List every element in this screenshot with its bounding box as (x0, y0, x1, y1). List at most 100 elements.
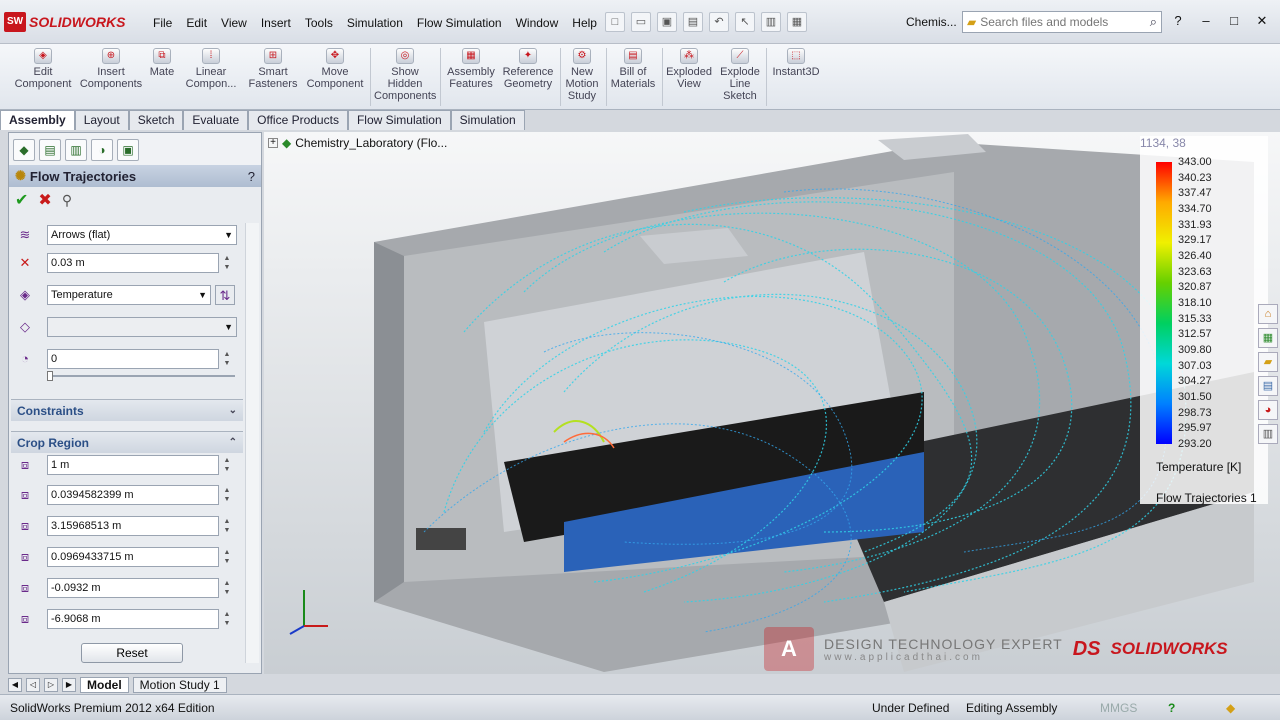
search-input[interactable] (980, 15, 1131, 29)
reference-geometry-button[interactable]: ✦ Reference Geometry (500, 48, 556, 90)
display-manager-tab-icon[interactable]: ◑ (91, 139, 113, 161)
home-icon[interactable]: ⌂ (1258, 304, 1278, 324)
help-icon[interactable]: ? (1168, 12, 1188, 30)
property-manager-tab-icon[interactable]: ▤ (39, 139, 61, 161)
edit-component-button[interactable]: ◈ Edit Component (14, 48, 72, 90)
crop-z-max-field[interactable]: -6.9068 m ▲ ▼ (47, 609, 230, 629)
rebuild-status-icon[interactable]: ? (1168, 701, 1175, 715)
new-motion-study-button[interactable]: ⚙ New Motion Study (562, 48, 602, 102)
menu-insert[interactable]: Insert (254, 14, 298, 32)
temperature-legend[interactable]: 1134, 38 343.00 340.23 337.47 334.70 331.93 3… (1140, 136, 1268, 505)
view-settings-icon[interactable]: ▤ (759, 132, 770, 133)
close-icon[interactable]: ✕ (1252, 12, 1272, 30)
move-component-button[interactable]: ✥ Move Component (304, 48, 366, 90)
spin-stepper[interactable]: ▲ ▼ (220, 548, 234, 566)
first-tab-icon[interactable]: ◀ (8, 678, 22, 692)
tab-simulation[interactable]: Simulation (450, 110, 525, 130)
appearances-icon[interactable]: ◕ (1258, 400, 1278, 420)
flow-analysis-tree-tab-icon[interactable]: ▣ (117, 139, 139, 161)
tag-icon[interactable]: ◆ (1226, 701, 1235, 715)
solidworks-logo[interactable]: SW SOLIDWORKS (4, 10, 125, 34)
print-icon[interactable]: ▤ (683, 12, 703, 32)
last-tab-icon[interactable]: ▶ (62, 678, 76, 692)
undo-icon[interactable]: ↶ (709, 12, 729, 32)
size-field[interactable]: 0.03 m ▲ ▼ (47, 253, 230, 273)
insert-components-button[interactable]: ⊕ Insert Components (78, 48, 144, 90)
zoom-to-fit-icon[interactable]: ⌕ (630, 132, 637, 133)
tab-assembly[interactable]: Assembly (0, 110, 75, 130)
status-units[interactable]: MMGS (1100, 701, 1137, 715)
spin-stepper[interactable]: ▲ ▼ (220, 610, 234, 628)
cancel-icon[interactable]: ✖ (38, 190, 51, 210)
spin-stepper[interactable]: ▲ ▼ (220, 517, 234, 535)
minimize-icon[interactable]: – (1196, 12, 1216, 30)
menu-tools[interactable]: Tools (298, 14, 340, 32)
section-view-icon[interactable]: ⧗ (659, 132, 667, 133)
spin-stepper[interactable]: ▲ ▼ (220, 579, 234, 597)
exploded-view-button[interactable]: ⁂ Exploded View (664, 48, 714, 90)
tab-flow-simulation[interactable]: Flow Simulation (347, 110, 451, 130)
spin-stepper[interactable]: ▲ ▼ (220, 254, 234, 272)
configuration-manager-tab-icon[interactable]: ▥ (65, 139, 87, 161)
feature-tree-flyout[interactable]: + ◆ Chemistry_Laboratory (Flo... (268, 136, 447, 150)
file-explorer-icon[interactable]: ▰ (1258, 352, 1278, 372)
menu-file[interactable]: File (146, 14, 179, 32)
ok-icon[interactable]: ✔ (15, 190, 28, 210)
save-icon[interactable]: ▣ (657, 12, 677, 32)
hide-show-icon[interactable]: ◍ (708, 132, 718, 133)
tab-layout[interactable]: Layout (74, 110, 129, 130)
next-tab-icon[interactable]: ▷ (44, 678, 58, 692)
spin-stepper[interactable]: ▲ ▼ (220, 486, 234, 504)
menu-simulation[interactable]: Simulation (340, 14, 410, 32)
constraints-group-header[interactable]: Constraints ⌄ (11, 399, 243, 421)
crop-x-max-field[interactable]: 0.0394582399 m ▲ ▼ (47, 485, 230, 505)
menu-help[interactable]: Help (565, 14, 604, 32)
explode-line-sketch-button[interactable]: ⟋ Explode Line Sketch (716, 48, 764, 102)
style-select[interactable]: Arrows (flat) ▼ (47, 225, 237, 245)
linear-component-pattern-button[interactable]: ⁞ Linear Compon... (182, 48, 240, 90)
new-icon[interactable]: □ (605, 12, 625, 32)
crop-z-min-field[interactable]: -0.0932 m ▲ ▼ (47, 578, 230, 598)
smart-fasteners-button[interactable]: ⊞ Smart Fasteners (246, 48, 300, 90)
spin-stepper[interactable]: ▲ ▼ (220, 456, 234, 474)
scene-icon[interactable]: ▲ (741, 132, 753, 133)
crop-region-group-header[interactable]: Crop Region ⌃ (11, 431, 243, 453)
pin-icon[interactable]: ⚲ (62, 192, 72, 209)
select-icon[interactable]: ↖ (735, 12, 755, 32)
maximize-icon[interactable]: □ (1224, 12, 1244, 30)
crop-x-min-field[interactable]: 1 m ▲ ▼ (47, 455, 230, 475)
zoom-area-icon[interactable]: ⊕ (643, 132, 653, 133)
menu-flow-simulation[interactable]: Flow Simulation (410, 14, 509, 32)
options-icon[interactable]: ▦ (787, 12, 807, 32)
panel-scrollbar[interactable] (245, 223, 259, 663)
transparency-field[interactable]: 0 ▲ ▼ (47, 349, 230, 369)
view-palette-icon[interactable]: ▤ (1258, 376, 1278, 396)
bill-of-materials-button[interactable]: ▤ Bill of Materials (608, 48, 658, 90)
view-orientation-icon[interactable]: ⬚ (673, 132, 684, 133)
crop-y-max-field[interactable]: 0.0969433715 m ▲ ▼ (47, 547, 230, 567)
assembly-features-button[interactable]: ▦ Assembly Features (444, 48, 498, 90)
search-icon[interactable]: ⌕ (1150, 14, 1157, 30)
custom-properties-icon[interactable]: ▥ (1258, 424, 1278, 444)
color-select[interactable]: ▼ (47, 317, 237, 337)
color-by-select[interactable]: Temperature ▼ (47, 285, 211, 305)
graphics-area[interactable]: ⌕ ⊕ ⧗ ⬚ ◧ ◍ ◉ ▲ ▤ + ◆ Chemistry_Laborato… (264, 132, 1280, 674)
crop-y-min-field[interactable]: 3.15968513 m ▲ ▼ (47, 516, 230, 536)
appearance-icon[interactable]: ◉ (724, 132, 734, 133)
tab-evaluate[interactable]: Evaluate (183, 110, 249, 130)
tab-motion-study-1[interactable]: Motion Study 1 (132, 677, 227, 693)
rebuild-icon[interactable]: ▥ (761, 12, 781, 32)
expand-icon[interactable]: + (268, 138, 278, 148)
adjust-range-icon[interactable]: ⇅ (215, 285, 235, 305)
help-icon[interactable]: ? (248, 169, 255, 184)
prev-tab-icon[interactable]: ◁ (26, 678, 40, 692)
feature-manager-tab-icon[interactable]: ◆ (13, 139, 35, 161)
tab-office-products[interactable]: Office Products (248, 110, 348, 130)
transparency-slider[interactable] (47, 371, 235, 381)
design-library-icon[interactable]: ▦ (1258, 328, 1278, 348)
menu-edit[interactable]: Edit (179, 14, 214, 32)
search-box[interactable]: ▰ ⌕ (962, 11, 1162, 33)
display-style-icon[interactable]: ◧ (691, 132, 702, 133)
show-hidden-components-button[interactable]: ◎ Show Hidden Components (374, 48, 436, 102)
slider-thumb[interactable] (47, 371, 53, 381)
